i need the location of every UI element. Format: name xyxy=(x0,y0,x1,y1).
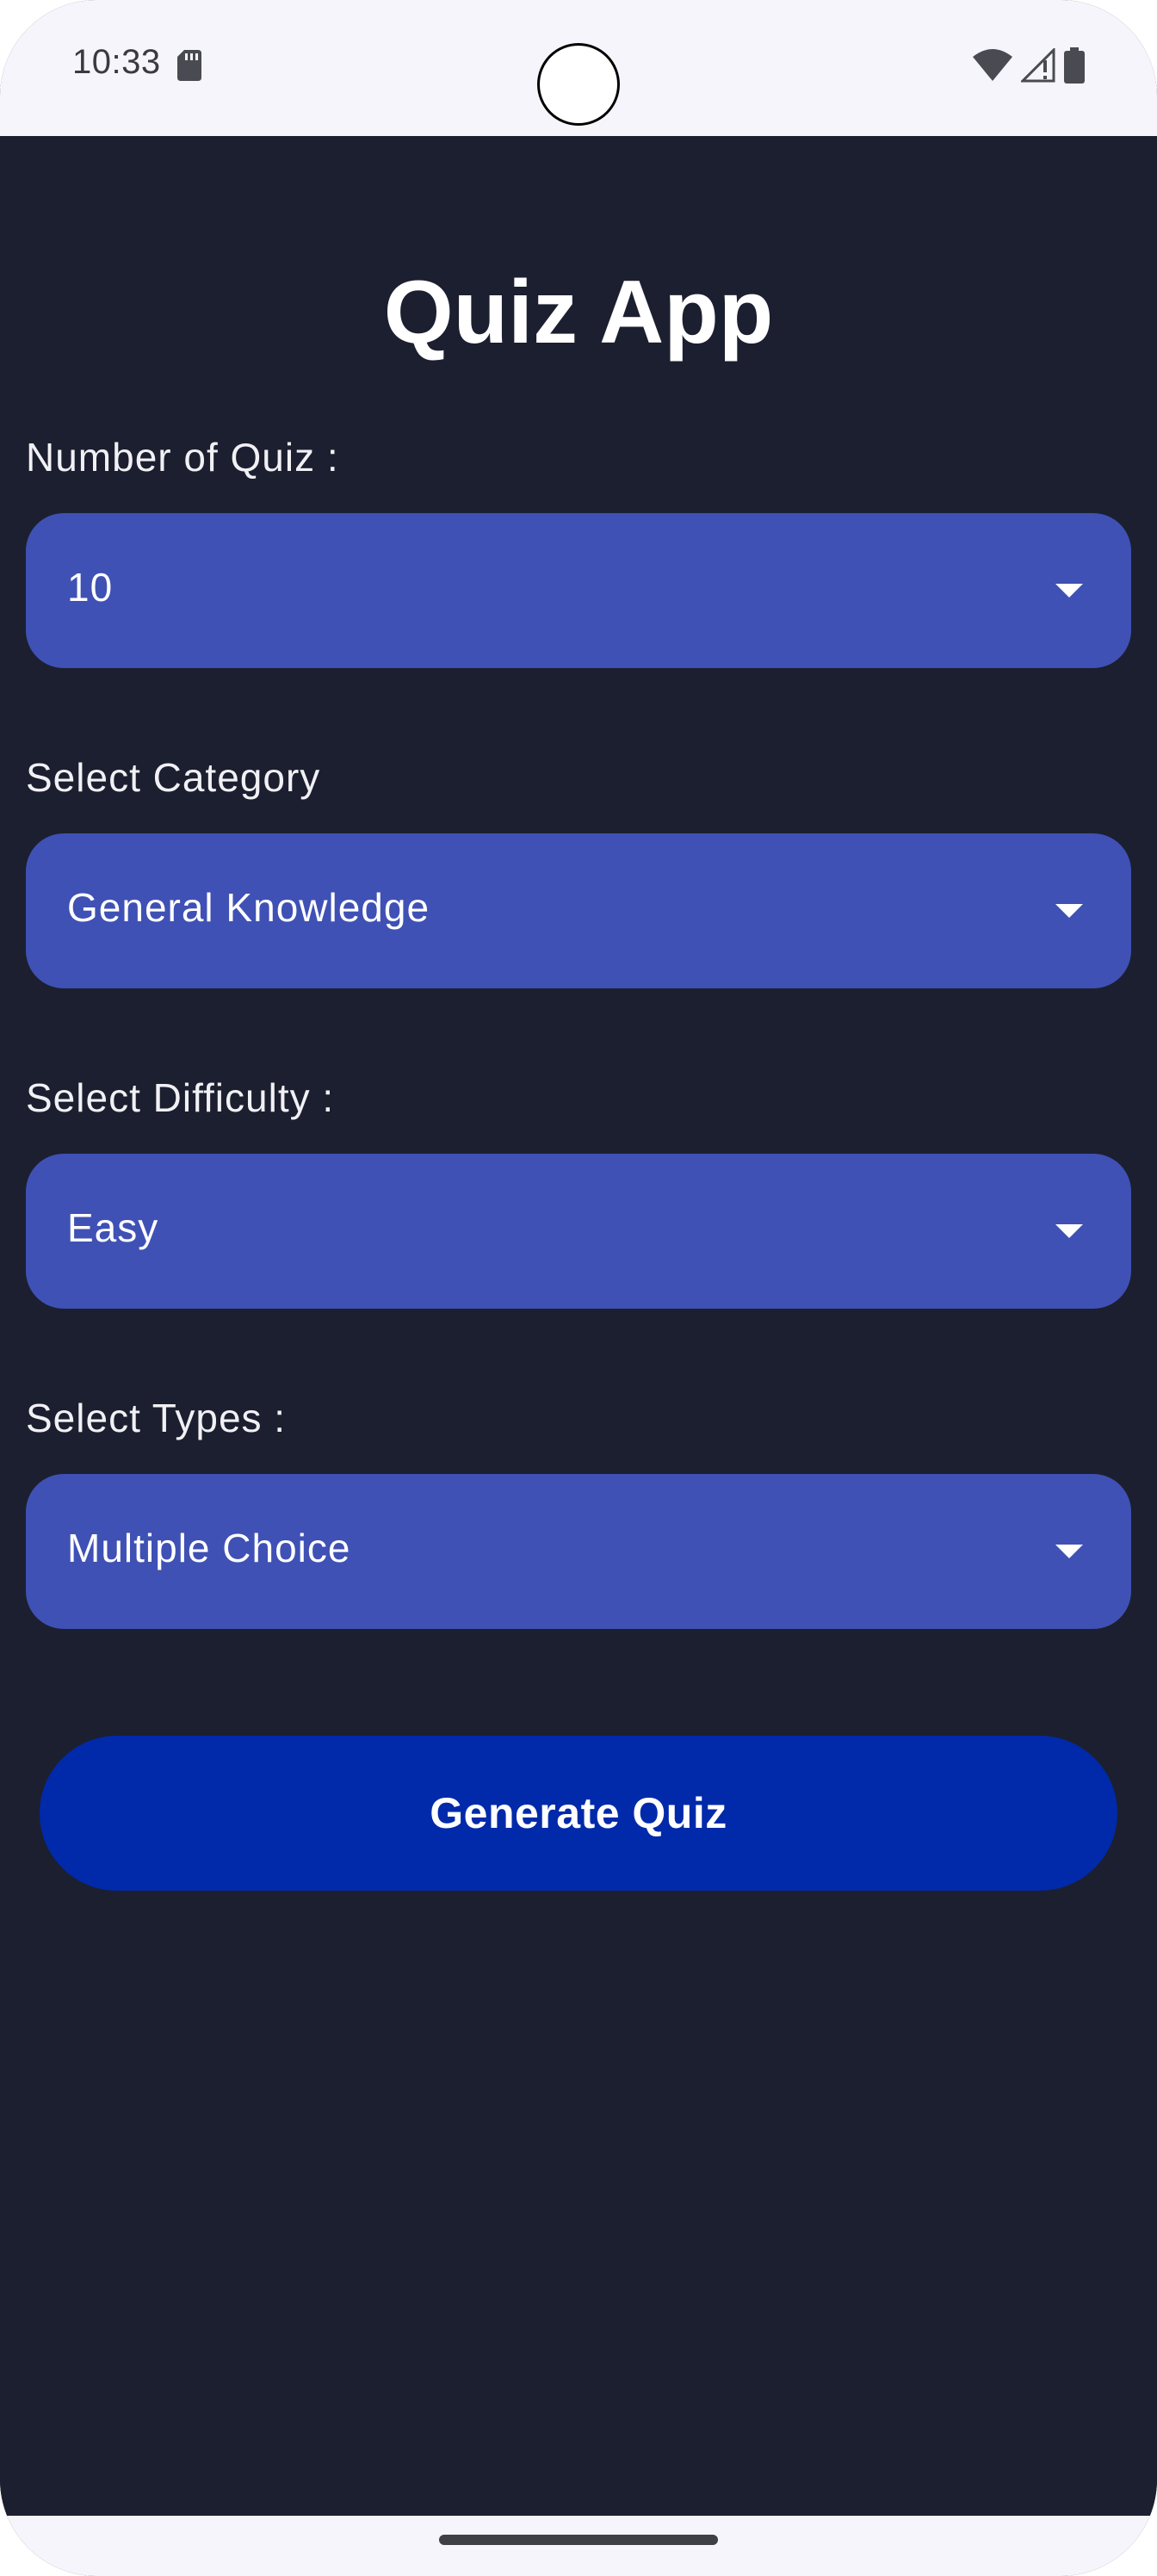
quiz-form: Quiz App Number of Quiz : 10 Select Cate… xyxy=(0,136,1157,2516)
chevron-down-icon xyxy=(1055,1545,1083,1558)
status-icons xyxy=(973,46,1085,84)
category-label: Select Category xyxy=(26,755,321,800)
category-value: General Knowledge xyxy=(67,885,430,930)
type-dropdown[interactable]: Multiple Choice xyxy=(26,1474,1131,1629)
status-bar: 10:33 xyxy=(0,0,1157,136)
difficulty-value: Easy xyxy=(67,1205,159,1250)
quiz-count-dropdown[interactable]: 10 xyxy=(26,513,1131,668)
signal-icon xyxy=(1021,48,1055,83)
navigation-bar xyxy=(0,2516,1157,2576)
difficulty-dropdown[interactable]: Easy xyxy=(26,1154,1131,1309)
home-gesture-handle[interactable] xyxy=(439,2535,718,2545)
chevron-down-icon xyxy=(1055,904,1083,918)
category-dropdown[interactable]: General Knowledge xyxy=(26,833,1131,988)
chevron-down-icon xyxy=(1055,1224,1083,1238)
wifi-icon xyxy=(973,49,1012,81)
quiz-count-label: Number of Quiz : xyxy=(26,435,339,480)
type-label: Select Types : xyxy=(26,1396,287,1440)
difficulty-label: Select Difficulty : xyxy=(26,1075,335,1120)
status-time: 10:33 xyxy=(72,43,161,81)
type-value: Multiple Choice xyxy=(67,1526,351,1570)
generate-quiz-button[interactable]: Generate Quiz xyxy=(40,1736,1117,1891)
phone-screen: 10:33 Quiz App Number of Quiz : 10 Selec… xyxy=(0,0,1157,2576)
chevron-down-icon xyxy=(1055,584,1083,598)
battery-icon xyxy=(1064,47,1085,84)
front-camera xyxy=(537,43,620,126)
quiz-count-value: 10 xyxy=(67,565,114,610)
page-title: Quiz App xyxy=(383,263,774,362)
sd-card-icon xyxy=(177,50,201,81)
